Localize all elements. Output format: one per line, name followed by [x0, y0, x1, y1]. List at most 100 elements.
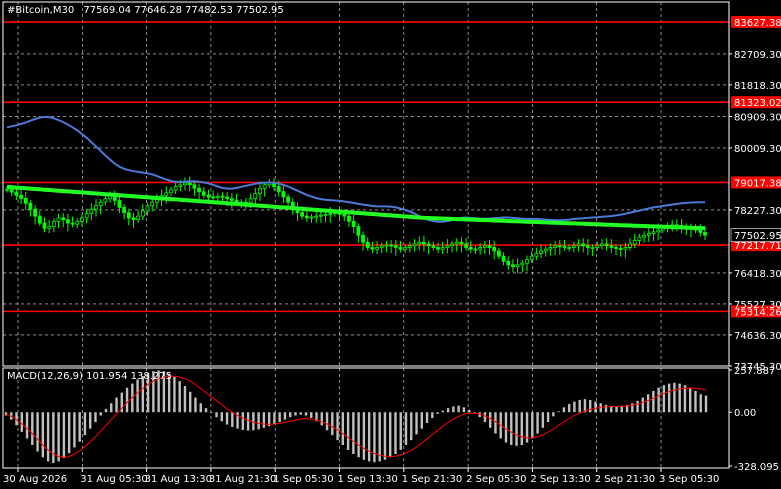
macd-histogram-bar [320, 412, 323, 426]
symbol-header: #Bitcoin,M30 77569.04 77646.28 77482.53 … [7, 5, 284, 16]
candle-bull [642, 234, 647, 238]
macd-histogram-bar [257, 412, 260, 430]
macd-histogram-bar [483, 412, 487, 423]
macd-histogram-bar [652, 390, 655, 413]
time-tick-label: 31 Aug 13:30 [145, 474, 212, 485]
macd-histogram-bar [57, 412, 60, 462]
candle-bear [122, 207, 127, 214]
price-tick-label: 80009.30 [734, 144, 781, 155]
ohlc-values: 77569.04 77646.28 77482.53 77502.95 [83, 5, 283, 16]
candle-bear [304, 215, 309, 219]
candle-bear [206, 194, 211, 198]
candle-bull [440, 247, 445, 250]
macd-histogram-bar [678, 383, 681, 413]
time-tick-label: 3 Sep 05:30 [659, 474, 719, 485]
macd-histogram-bar [199, 403, 202, 413]
macd-histogram-bar [89, 412, 92, 429]
candle-bear [187, 182, 192, 186]
price-tick-label: 81818.30 [734, 81, 781, 92]
macd-histogram-bar [73, 412, 76, 448]
time-tick-label: 30 Aug 2026 [3, 474, 67, 485]
candle-bull [379, 245, 384, 248]
level-label: 79017.38 [734, 178, 781, 189]
macd-histogram-bar [331, 412, 334, 436]
candle-bear [351, 220, 356, 227]
time-tick-label: 1 Sep 21:30 [402, 474, 462, 485]
macd-histogram-bar [357, 412, 360, 458]
macd-histogram-bar [36, 412, 39, 452]
macd-histogram-bar [278, 412, 281, 423]
current-price-label: 77502.95 [734, 231, 781, 242]
macd-tick-label: -328.095 [734, 462, 779, 473]
macd-histogram-bar [504, 412, 508, 443]
macd-histogram-bar [289, 412, 292, 418]
macd-histogram-bar [704, 395, 708, 413]
macd-histogram-bar [378, 412, 381, 462]
candle-bear [42, 222, 47, 229]
candle-bear [14, 191, 19, 196]
macd-histogram-bar [594, 401, 597, 413]
macd-histogram-bar [362, 412, 366, 460]
macd-tick-label: 257.887 [734, 366, 775, 377]
macd-histogram-bar [294, 412, 297, 416]
macd-histogram-bar [510, 412, 513, 446]
candle-bull [318, 214, 323, 217]
macd-histogram-bar [604, 404, 608, 413]
price-tick-label: 80909.30 [734, 113, 781, 124]
macd-histogram-bar [194, 397, 197, 413]
candle-bear [436, 247, 440, 250]
candle-bull [646, 233, 651, 236]
candle-bull [5, 188, 9, 191]
macd-histogram-bar [615, 406, 618, 413]
candle-bear [19, 194, 23, 199]
candle-bear [65, 219, 70, 224]
macd-histogram-bar [215, 412, 218, 418]
macd-histogram-bar [31, 412, 34, 446]
candle-bear [356, 226, 361, 236]
price-tick-label: 78227.30 [734, 206, 781, 217]
macd-histogram-bar [657, 387, 660, 413]
trading-chart[interactable]: 83627.3881323.0279017.3877217.7175314.26… [0, 0, 781, 489]
macd-histogram-bar [83, 412, 87, 436]
candle-bull [258, 187, 262, 194]
macd-histogram-bar [262, 412, 266, 428]
candle-bull [323, 213, 328, 216]
macd-histogram-bar [310, 412, 313, 418]
macd-histogram-bar [373, 412, 376, 463]
candle-bear [557, 245, 562, 248]
candle-bull [478, 247, 483, 250]
candle-bull [309, 216, 314, 219]
macd-histogram-bar [41, 412, 45, 458]
candle-bear [698, 229, 703, 233]
price-tick-label: 82709.30 [734, 50, 781, 61]
candle-bull [403, 247, 408, 250]
candle-bear [23, 197, 28, 204]
macd-histogram-bar [552, 412, 555, 417]
macd-histogram-bar [425, 412, 429, 423]
macd-histogram-bar [410, 412, 413, 441]
macd-histogram-bar [520, 412, 523, 446]
candle-bull [482, 245, 487, 248]
macd-histogram-bar [283, 412, 287, 420]
macd-tick-label: 0.00 [734, 408, 756, 419]
candle-bear [422, 241, 426, 245]
macd-histogram-bar [589, 399, 592, 413]
candle-bear [70, 222, 75, 225]
candle-bull [183, 182, 187, 186]
candle-bear [426, 243, 431, 247]
macd-histogram-bar [367, 412, 371, 462]
macd-histogram-bar [457, 405, 460, 413]
price-tick-label: 76418.30 [734, 269, 781, 280]
candle-bull [412, 243, 417, 247]
macd-histogram-bar [404, 412, 408, 446]
candle-bull [651, 231, 656, 234]
candle-bull [571, 245, 576, 248]
macd-histogram-bar [204, 408, 208, 413]
candle-bull [628, 243, 632, 248]
macd-histogram-bar [389, 412, 392, 458]
candle-bear [197, 187, 201, 193]
candle-bull [169, 189, 173, 194]
candle-bear [286, 196, 290, 203]
candle-bull [534, 252, 539, 257]
candle-bear [365, 241, 370, 248]
